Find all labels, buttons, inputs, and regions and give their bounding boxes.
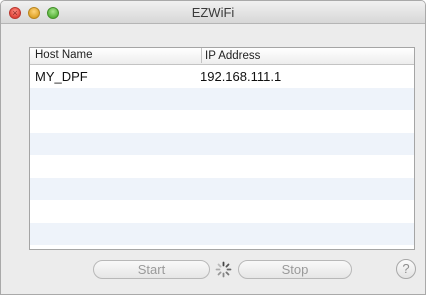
help-icon: ? (402, 261, 410, 276)
empty-table-row (30, 245, 414, 249)
window-title: EZWiFi (191, 5, 235, 20)
table-header: Host Name IP Address (30, 48, 414, 65)
empty-table-row (30, 87, 414, 110)
stop-button[interactable]: Stop (238, 260, 352, 279)
empty-table-row (30, 222, 414, 245)
progress-spinner-icon (215, 261, 232, 278)
ip-address-cell: 192.168.111.1 (200, 69, 282, 84)
empty-table-row (30, 200, 414, 223)
hosts-table[interactable]: Host Name IP Address MY_DPF 192.168.111.… (29, 47, 415, 250)
empty-table-row (30, 177, 414, 200)
empty-table-row (30, 155, 414, 178)
start-button[interactable]: Start (93, 260, 210, 279)
host-name-cell: MY_DPF (35, 69, 88, 84)
empty-table-row (30, 110, 414, 133)
table-row[interactable]: MY_DPF 192.168.111.1 (30, 65, 414, 88)
column-header-host-name[interactable]: Host Name (35, 49, 93, 61)
empty-table-row (30, 132, 414, 155)
app-window: × EZWiFi Host Name IP Address MY_DPF 192… (0, 0, 426, 295)
title-bar[interactable]: × EZWiFi (1, 1, 425, 24)
help-button[interactable]: ? (396, 259, 416, 279)
column-header-ip-address[interactable]: IP Address (201, 48, 260, 63)
